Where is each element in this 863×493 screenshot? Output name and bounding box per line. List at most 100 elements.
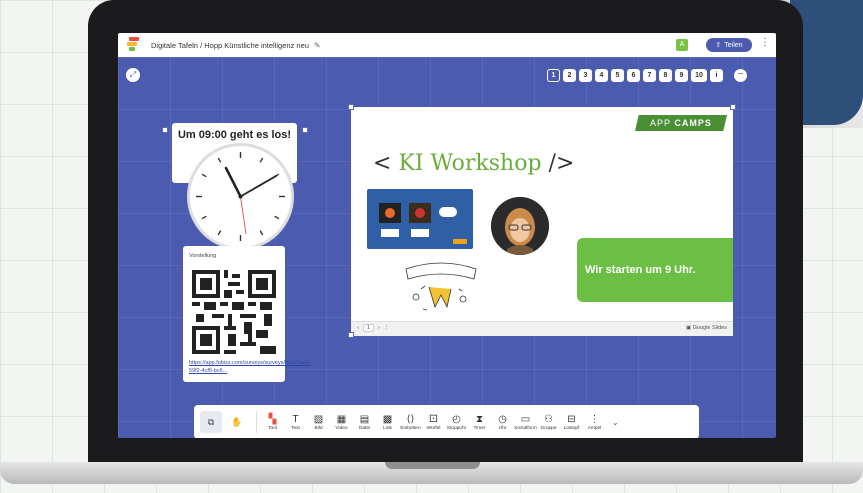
pan-mode-icon[interactable]: ✋ [226, 411, 248, 433]
breadcrumb-board: Hopp Künstliche intelligenz neu [204, 40, 309, 50]
stopwatch-button[interactable]: ◴ Stoppuhr [445, 413, 468, 431]
link-button[interactable]: ▩ Link [376, 413, 399, 431]
page-button[interactable]: 8 [659, 69, 672, 82]
page-button[interactable]: 3 [579, 69, 592, 82]
traffic-light-button[interactable]: ⋮ Ampel [583, 413, 606, 431]
tool-list: ▚ Tool T Text ▨ Bild ▦ Video ▤ Datei ▩ Link ⟨⟩… [261, 413, 606, 431]
tool-label: Video [335, 426, 348, 431]
laptop-notch [385, 462, 480, 469]
slide-title: < KI Workshop /> [373, 151, 574, 176]
qr-link-icon: ▩ [382, 414, 393, 425]
tool-label: Tool [268, 426, 277, 431]
tool-label: Stoppuhr [446, 426, 467, 431]
share-icon: ⇪ [715, 42, 722, 49]
clock-icon: ◷ [498, 414, 507, 425]
fullscreen-icon[interactable]: ⤢ [126, 68, 140, 82]
share-button[interactable]: ⇪ Teilen [706, 38, 752, 52]
next-slide-icon[interactable]: › [378, 325, 380, 331]
timer-button[interactable]: ⧗ Timer [468, 413, 491, 431]
tool-icon: ▚ [268, 414, 277, 425]
embedded-slides[interactable]: APP CAMPS < KI Workshop /> Wir starten u… [351, 107, 733, 336]
text-button[interactable]: T Text [284, 413, 307, 431]
image-icon: ▨ [313, 414, 324, 425]
stopwatch-icon: ◴ [452, 414, 461, 425]
mode-switch: ⧉ ✋ [200, 411, 257, 433]
edit-pencil-icon[interactable]: ✎ [314, 41, 321, 50]
lottery-button[interactable]: ⊟ Lostopf [560, 413, 583, 431]
slide-nav: ‹ 1 › ⋮ [357, 324, 389, 332]
group-icon: ⚇ [544, 414, 553, 425]
title-bracket: < [373, 151, 399, 176]
clock-face-icon [196, 152, 285, 241]
brand-part: CAMPS [674, 118, 712, 128]
page-button[interactable]: 10 [691, 69, 707, 82]
page-button[interactable]: 6 [627, 69, 640, 82]
ai-avatar-image [491, 197, 549, 255]
info-button[interactable]: i [710, 69, 723, 82]
select-mode-icon[interactable]: ⧉ [200, 411, 222, 433]
tool-label: Bild [314, 426, 323, 431]
embed-icon: ⟨⟩ [406, 414, 415, 425]
breadcrumb-separator: / [200, 40, 203, 50]
breadcrumb-app[interactable]: Digitale Tafeln [151, 41, 198, 50]
tool-label: Datei [358, 426, 371, 431]
dice-icon: ⚀ [429, 414, 438, 425]
resize-handle[interactable] [730, 104, 736, 110]
tool-label: Würfel [426, 426, 441, 431]
page-button[interactable]: 2 [563, 69, 576, 82]
slide-options-icon[interactable]: ⋮ [384, 325, 390, 331]
clock-card-title: Um 09:00 geht es los! [177, 129, 292, 141]
google-slides-badge[interactable]: ▣ Google Slides [686, 325, 727, 331]
chevron-down-icon[interactable]: ⌄ [612, 418, 619, 427]
page-button[interactable]: 7 [643, 69, 656, 82]
page-button[interactable]: 5 [611, 69, 624, 82]
page-button[interactable]: 1 [547, 69, 560, 82]
file-icon: ▤ [359, 414, 370, 425]
qr-code-icon[interactable] [192, 270, 276, 354]
title-main: KI Workshop [398, 151, 542, 176]
start-time-banner: Wir starten um 9 Uhr. [577, 238, 733, 302]
game-scene-icon [379, 203, 467, 244]
analog-clock [187, 143, 294, 250]
resize-handle[interactable] [348, 104, 354, 110]
slide-page-indicator[interactable]: 1 [362, 324, 374, 332]
resize-handle[interactable] [348, 332, 354, 338]
tool-label: Sozialform [514, 426, 537, 431]
group-button[interactable]: ⚇ Gruppe [537, 413, 560, 431]
more-menu-icon[interactable]: ⋮ [760, 37, 770, 48]
page-button[interactable]: 4 [595, 69, 608, 82]
fobizz-logo[interactable] [127, 37, 141, 53]
text-icon: T [292, 414, 299, 425]
breadcrumb: Digitale Tafeln / Hopp Künstliche intell… [151, 41, 309, 50]
laptop-screen: Digitale Tafeln / Hopp Künstliche intell… [118, 33, 776, 438]
dice-button[interactable]: ⚀ Würfel [422, 413, 445, 431]
traffic-light-icon: ⋮ [589, 414, 600, 425]
game-screenshot [367, 189, 473, 249]
resize-handle[interactable] [162, 127, 168, 133]
social-form-button[interactable]: ▭ Sozialform [514, 413, 537, 431]
resize-handle[interactable] [302, 127, 308, 133]
clock-button[interactable]: ◷ Uhr [491, 413, 514, 431]
zoom-out-icon[interactable]: − [734, 69, 747, 82]
image-button[interactable]: ▨ Bild [307, 413, 330, 431]
tool-button[interactable]: ▚ Tool [261, 413, 284, 431]
bottom-toolbar: ⧉ ✋ ▚ Tool T Text ▨ Bild ▦ Video ▤ Datei ▩ Lin… [194, 405, 699, 438]
social-form-icon: ▭ [520, 414, 531, 425]
survey-card[interactable]: Vorstellung https://app.fobizz.com/surve… [183, 246, 310, 382]
tool-label: Einbetten [400, 426, 421, 431]
tool-label: Uhr [498, 426, 507, 431]
embed-button[interactable]: ⟨⟩ Einbetten [399, 413, 422, 431]
video-button[interactable]: ▦ Video [330, 413, 353, 431]
page-button[interactable]: 9 [675, 69, 688, 82]
user-avatar[interactable]: A [676, 39, 688, 51]
tool-label: Lostopf [563, 426, 580, 431]
prev-slide-icon[interactable]: ‹ [357, 325, 359, 331]
file-button[interactable]: ▤ Datei [353, 413, 376, 431]
survey-link[interactable]: https://app.fobizz.com/surveys/surveys/f… [189, 359, 310, 375]
tool-label: Ampel [587, 426, 602, 431]
tool-label: Timer [473, 426, 486, 431]
app-header: Digitale Tafeln / Hopp Künstliche intell… [118, 33, 776, 57]
provider-label: Google Slides [692, 325, 727, 331]
appcamps-logo: APP CAMPS [635, 115, 727, 131]
sketch-icon [405, 262, 477, 311]
